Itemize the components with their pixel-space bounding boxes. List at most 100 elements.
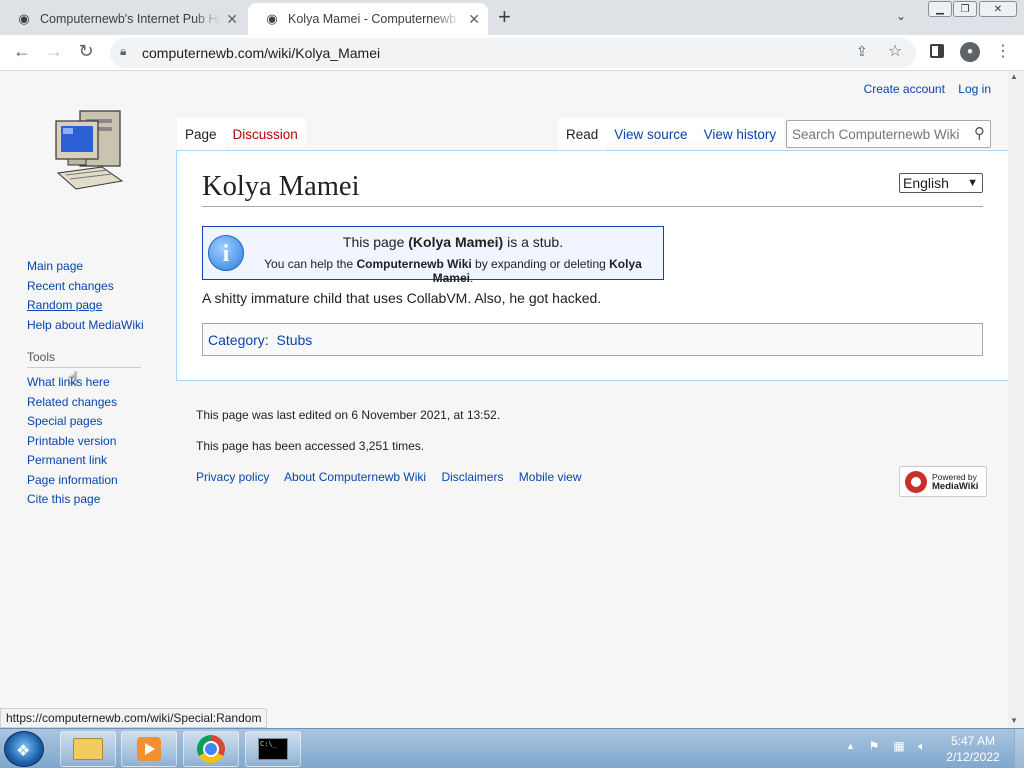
sidebar-item-main-page[interactable]: Main page [27, 257, 144, 277]
language-value: English [903, 175, 949, 191]
share-icon[interactable]: ⇪ [856, 43, 868, 60]
sidebar-item-what-links-here[interactable]: What links here [27, 373, 118, 393]
sidebar-item-printable-version[interactable]: Printable version [27, 432, 118, 452]
powered-by-mediawiki-badge[interactable]: Powered by MediaWiki [899, 466, 987, 497]
taskbar-chrome[interactable] [183, 731, 239, 767]
start-button[interactable]: ❖ [4, 731, 44, 767]
tools-portal: What links here Related changes Special … [27, 373, 118, 510]
create-account-link[interactable]: Create account [864, 82, 945, 96]
discussion-link[interactable]: Discussion [233, 127, 298, 142]
show-hidden-icons-icon[interactable]: ▲ [846, 741, 855, 751]
category-label-link[interactable]: Category [208, 332, 265, 348]
tab-view-source[interactable]: View source [606, 118, 696, 151]
mediawiki-logo-icon [905, 470, 927, 493]
tab-kolya-mamei[interactable]: ◉ Kolya Mamei - Computernewb Wiki ✕ [248, 3, 488, 35]
tools-heading: Tools [27, 350, 141, 368]
sidebar-item-recent-changes[interactable]: Recent changes [27, 277, 144, 297]
taskbar-explorer[interactable] [60, 731, 116, 767]
sidebar-item-cite-this-page[interactable]: Cite this page [27, 490, 118, 510]
system-clock[interactable]: 5:47 AM 2/12/2022 [938, 733, 1008, 765]
log-in-link[interactable]: Log in [958, 82, 991, 96]
article-body: A shitty immature child that uses Collab… [202, 290, 602, 306]
lock-icon[interactable]: 🔒︎ [120, 44, 126, 59]
language-select[interactable]: English ▼ [899, 173, 983, 193]
disclaimers-link[interactable]: Disclaimers [441, 470, 503, 484]
minimize-button[interactable]: ▁ [928, 1, 952, 17]
search-input[interactable] [787, 121, 959, 147]
content-area: Kolya Mamei English ▼ i This page (Kolya… [176, 150, 1008, 381]
maximize-button[interactable]: ❐ [953, 1, 977, 17]
tab-internet-pub-hub[interactable]: ◉ Computernewb's Internet Pub Hub ✕ [0, 3, 246, 35]
tab-view-history[interactable]: View history [695, 118, 785, 151]
address-bar[interactable]: 🔒︎ computernewb.com/wiki/Kolya_Mamei ⇪ ☆ [110, 38, 916, 68]
close-window-button[interactable]: ✕ [979, 1, 1017, 17]
tab-discussion[interactable]: Discussion [224, 118, 306, 151]
navigation-portal: Main page Recent changes Random page Hel… [27, 257, 144, 335]
search-box: ⚲ [786, 120, 991, 148]
media-player-icon [137, 737, 161, 761]
bookmark-star-icon[interactable]: ☆ [888, 41, 902, 61]
taskbar: ❖ C:\_ ▲ ⚑ ▦ 🔈︎ 5:47 AM 2/12/2022 [0, 728, 1024, 768]
scroll-up-arrow-icon[interactable]: ▲ [1010, 72, 1018, 81]
stub-wiki-name: Computernewb Wiki [356, 257, 472, 271]
profile-avatar-icon[interactable]: ● [960, 42, 980, 62]
tab-page[interactable]: Page [177, 118, 225, 151]
url-text[interactable]: computernewb.com/wiki/Kolya_Mamei [142, 45, 380, 61]
chrome-icon [197, 735, 225, 763]
stub-text: is a stub. [503, 234, 564, 250]
close-tab-icon[interactable]: ✕ [226, 11, 238, 28]
last-edited-text: This page was last edited on 6 November … [196, 408, 501, 422]
stub-text: You can help the [264, 257, 357, 271]
footer-info: This page was last edited on 6 November … [196, 408, 500, 470]
stub-text: . [470, 271, 474, 285]
stub-page-name: (Kolya Mamei) [408, 234, 504, 250]
powered-by-text: Powered by MediaWiki [932, 472, 978, 491]
sidebar-item-page-information[interactable]: Page information [27, 471, 118, 491]
info-icon: i [208, 235, 244, 271]
close-tab-icon[interactable]: ✕ [468, 11, 480, 28]
view-source-link[interactable]: View source [614, 127, 687, 142]
windows-logo-icon: ❖ [16, 743, 31, 760]
sidebar-item-help[interactable]: Help about MediaWiki [27, 316, 144, 336]
view-tabs: Read View source View history [558, 118, 785, 151]
stub-text: by expanding or deleting [471, 257, 610, 271]
new-tab-button[interactable]: + [498, 6, 511, 28]
page-scrollbar[interactable] [1008, 71, 1024, 728]
computer-logo-icon[interactable] [50, 107, 130, 197]
wiki-favicon-icon: ◉ [18, 11, 30, 26]
stub-text: This page [342, 234, 409, 250]
about-link[interactable]: About Computernewb Wiki [284, 470, 426, 484]
taskbar-command-prompt[interactable]: C:\_ [245, 731, 301, 767]
tab-read[interactable]: Read [558, 118, 607, 151]
kebab-menu-icon[interactable]: ⋮ [995, 41, 1011, 61]
sidebar-item-random-page[interactable]: Random page [27, 296, 144, 316]
sidebar-item-related-changes[interactable]: Related changes [27, 393, 118, 413]
back-arrow-icon[interactable]: ← [10, 41, 34, 62]
tab-strip: ◉ Computernewb's Internet Pub Hub ✕ ◉ Ko… [0, 0, 1024, 35]
page-title: Kolya Mamei [202, 171, 983, 207]
category-stubs-link[interactable]: Stubs [276, 332, 312, 348]
show-desktop-button[interactable] [1014, 729, 1024, 768]
scroll-down-arrow-icon[interactable]: ▼ [1010, 716, 1018, 725]
sidebar-item-special-pages[interactable]: Special pages [27, 412, 118, 432]
mobile-view-link[interactable]: Mobile view [519, 470, 582, 484]
search-icon[interactable]: ⚲ [974, 124, 985, 142]
volume-icon[interactable]: 🔈︎ [914, 739, 930, 755]
taskbar-media-player[interactable] [121, 731, 177, 767]
side-panel-icon[interactable] [930, 44, 944, 58]
privacy-policy-link[interactable]: Privacy policy [196, 470, 269, 484]
view-history-link[interactable]: View history [704, 127, 777, 142]
reload-icon[interactable]: ↻ [74, 41, 98, 62]
network-icon[interactable]: ▦ [891, 739, 907, 755]
tab-search-chevron-icon[interactable]: ⌄ [896, 9, 906, 23]
sidebar-item-permanent-link[interactable]: Permanent link [27, 451, 118, 471]
category-links: Category: Stubs [202, 323, 983, 356]
browser-toolbar: ← → ↻ 🔒︎ computernewb.com/wiki/Kolya_Mam… [0, 35, 1024, 71]
status-bar-url: https://computernewb.com/wiki/Special:Ra… [0, 708, 268, 728]
action-center-flag-icon[interactable]: ⚑ [866, 739, 882, 755]
forward-arrow-icon[interactable]: → [42, 41, 66, 62]
clock-time: 5:47 AM [950, 734, 996, 748]
tab-title: Computernewb's Internet Pub Hub [40, 12, 220, 26]
namespace-tabs: Page Discussion [177, 118, 306, 151]
folder-icon [73, 738, 103, 760]
